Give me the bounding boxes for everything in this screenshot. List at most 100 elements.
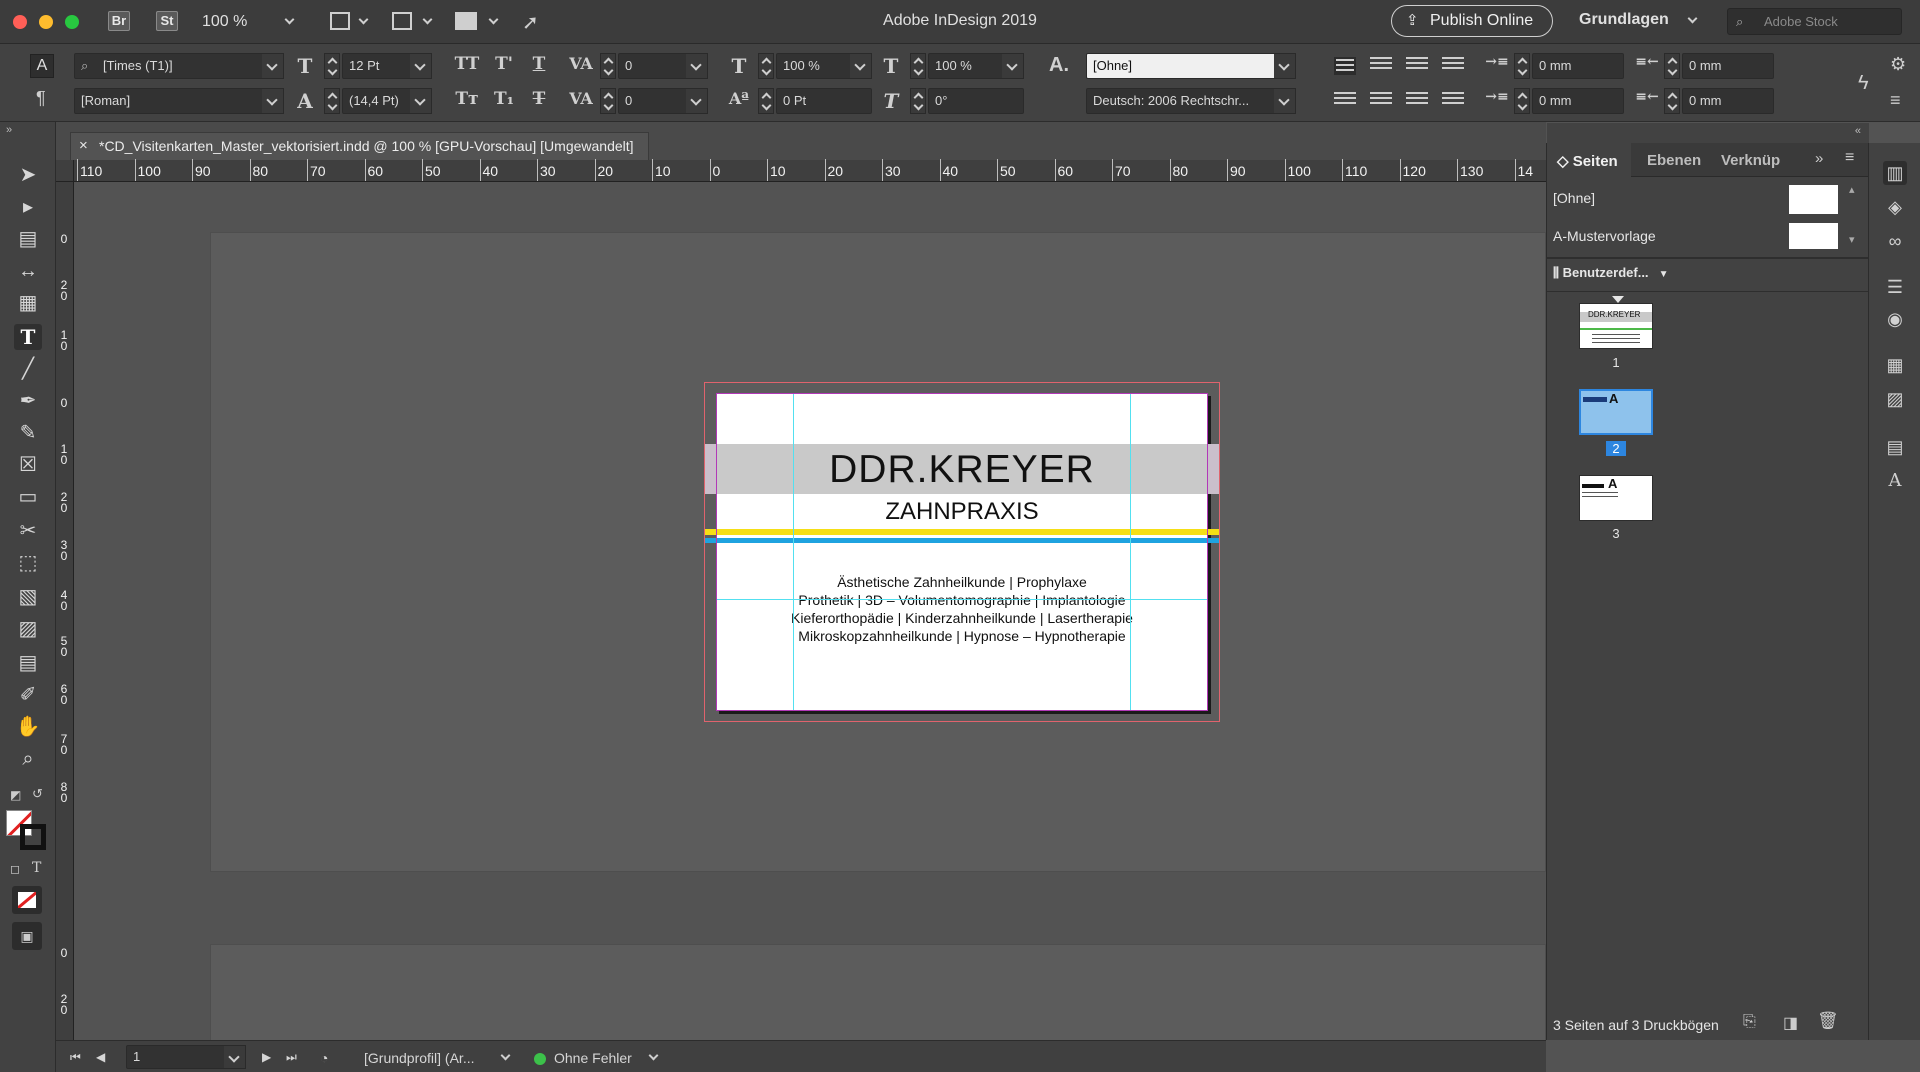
justify-center-icon[interactable] <box>1370 92 1392 110</box>
stroke-panel-icon[interactable]: ☰ <box>1883 275 1907 299</box>
horizontal-scale-field[interactable]: 100 % <box>928 53 1004 79</box>
bridge-button[interactable]: Br <box>108 11 130 31</box>
ruler-origin[interactable] <box>56 160 74 182</box>
master-row-a[interactable]: A-Mustervorlage <box>1547 219 1869 255</box>
align-towards-spine-icon[interactable] <box>1442 57 1464 75</box>
font-size-stepper[interactable] <box>324 53 340 79</box>
preflight-chevron-icon[interactable] <box>648 1050 659 1061</box>
page-tool-icon[interactable]: ▤ <box>14 226 42 252</box>
direct-selection-tool-icon[interactable]: ▸ <box>14 194 42 220</box>
underline-icon[interactable]: T <box>524 54 554 74</box>
zoom-level[interactable]: 100 % <box>202 13 247 31</box>
page-thumbnail-2[interactable]: A <box>1579 389 1653 435</box>
align-right-icon[interactable] <box>1406 57 1428 75</box>
pages-panel-icon[interactable]: ▥ <box>1883 161 1907 185</box>
first-page-icon[interactable]: ⏮ <box>70 1050 81 1065</box>
kerning-dropdown[interactable] <box>686 53 708 79</box>
leading-dropdown[interactable] <box>410 88 432 114</box>
close-tab-icon[interactable]: × <box>79 133 88 159</box>
free-transform-tool-icon[interactable]: ⬚ <box>14 550 42 576</box>
control-settings-gear-icon[interactable]: ⚙ <box>1890 54 1906 75</box>
tab-pages[interactable]: ◇ Seiten <box>1557 152 1618 170</box>
arrange-chevron-icon[interactable] <box>488 14 499 25</box>
subscript-icon[interactable]: T₁ <box>489 89 519 109</box>
stroke-swatch[interactable] <box>20 824 46 850</box>
preflight-status[interactable]: Ohne Fehler <box>554 1050 632 1066</box>
vertical-scale-stepper[interactable] <box>758 53 774 79</box>
note-tool-icon[interactable]: ▤ <box>14 650 42 676</box>
zoom-tool-icon[interactable]: ⌕ <box>14 746 42 772</box>
panel-menu-icon[interactable]: ≡ <box>1845 149 1854 167</box>
font-family-dropdown[interactable] <box>262 53 284 79</box>
screen-mode-icon[interactable] <box>330 12 350 30</box>
last-line-indent-field[interactable]: 0 mm <box>1682 88 1774 114</box>
previous-page-icon[interactable]: ◀ <box>96 1050 105 1064</box>
gradient-swatch-tool-icon[interactable]: ▧ <box>14 584 42 610</box>
right-indent-field[interactable]: 0 mm <box>1682 53 1774 79</box>
skew-field[interactable]: 0° <box>928 88 1024 114</box>
first-line-indent-field[interactable]: 0 mm <box>1532 88 1624 114</box>
language-field[interactable]: Deutsch: 2006 Rechtschr... <box>1086 88 1276 114</box>
align-left-icon[interactable] <box>1334 57 1356 75</box>
stock-app-button[interactable]: St <box>156 11 178 31</box>
left-indent-field[interactable]: 0 mm <box>1532 53 1624 79</box>
preflight-profile[interactable]: [Grundprofil] (Ar... <box>364 1050 474 1066</box>
language-dropdown[interactable] <box>1274 88 1296 114</box>
arrange-documents-icon[interactable] <box>455 12 477 30</box>
last-page-icon[interactable]: ⏭ <box>286 1050 297 1065</box>
formatting-text-icon[interactable]: T <box>32 860 41 876</box>
page-size-selector[interactable]: ⫼ Benutzerdef... ▼ <box>1553 265 1668 281</box>
gap-tool-icon[interactable]: ↔ <box>14 258 42 284</box>
swatches-panel-icon[interactable]: ◉ <box>1883 307 1907 331</box>
line-tool-icon[interactable]: ╱ <box>14 356 42 382</box>
zoom-chevron-icon[interactable] <box>284 14 295 25</box>
rectangle-tool-icon[interactable]: ▭ <box>14 484 42 510</box>
zoom-window-button[interactable] <box>65 15 79 29</box>
gradient-feather-tool-icon[interactable]: ▨ <box>14 616 42 642</box>
rectangle-frame-tool-icon[interactable]: ☒ <box>14 452 42 478</box>
baseline-shift-stepper[interactable] <box>758 88 774 114</box>
cc-libraries-icon[interactable]: ▦ <box>1883 353 1907 377</box>
tab-layers[interactable]: Ebenen <box>1647 152 1701 169</box>
pen-tool-icon[interactable]: ✒ <box>14 388 42 414</box>
font-style-field[interactable]: [Roman] <box>74 88 264 114</box>
stock-search-input[interactable]: ⌕ Adobe Stock <box>1727 8 1902 35</box>
view-options-icon[interactable] <box>392 12 412 30</box>
apply-none-button[interactable] <box>12 886 42 914</box>
delete-page-icon[interactable]: 🗑 <box>1817 1011 1839 1031</box>
type-tool-icon[interactable]: T <box>14 324 42 350</box>
masters-scroll-up-icon[interactable]: ▴ <box>1849 183 1855 196</box>
profile-chevron-icon[interactable] <box>500 1050 511 1061</box>
text-wrap-icon[interactable]: ▤ <box>1883 435 1907 459</box>
swap-fill-stroke-icon[interactable]: ↺ <box>32 786 43 802</box>
collapse-toolbox-icon[interactable]: » <box>6 124 12 136</box>
page-number-dropdown[interactable] <box>224 1045 246 1069</box>
character-style-dropdown[interactable] <box>1274 53 1296 79</box>
kerning-stepper[interactable] <box>600 53 616 79</box>
next-page-icon[interactable]: ▶ <box>262 1050 271 1064</box>
master-row-none[interactable]: [Ohne] <box>1547 181 1869 217</box>
page-number-field[interactable]: 1 <box>126 1045 226 1069</box>
last-line-indent-stepper[interactable] <box>1664 88 1680 114</box>
left-indent-stepper[interactable] <box>1514 53 1530 79</box>
align-center-icon[interactable] <box>1370 57 1392 75</box>
view-options-chevron-icon[interactable] <box>422 14 433 25</box>
links-panel-icon[interactable]: ∞ <box>1883 229 1907 253</box>
collapse-dock-icon[interactable]: « <box>1855 125 1861 137</box>
properties-panel-icon[interactable]: ▨ <box>1883 387 1907 411</box>
character-controls-icon[interactable]: A <box>30 54 54 78</box>
skew-stepper[interactable] <box>910 88 926 114</box>
minimize-window-button[interactable] <box>39 15 53 29</box>
leading-stepper[interactable] <box>324 88 340 114</box>
vertical-ruler[interactable]: 0 20 10 0 10 20 30 40 50 60 70 80 0 20 <box>56 182 74 1040</box>
formatting-container-icon[interactable]: ◻ <box>10 862 20 876</box>
leading-field[interactable]: (14,4 Pt) <box>342 88 412 114</box>
content-collector-icon[interactable]: ▦ <box>14 290 42 316</box>
quick-apply-icon[interactable]: ϟ <box>1858 72 1869 95</box>
font-family-field[interactable]: ⌕ [Times (T1)] <box>74 53 264 79</box>
tab-links[interactable]: Verknüp <box>1721 152 1780 169</box>
publish-rocket-icon[interactable]: ➚ <box>522 10 539 35</box>
align-away-spine-icon[interactable] <box>1442 92 1464 110</box>
horizontal-scale-dropdown[interactable] <box>1002 53 1024 79</box>
open-document-icon[interactable]: ◔ <box>320 1050 328 1066</box>
